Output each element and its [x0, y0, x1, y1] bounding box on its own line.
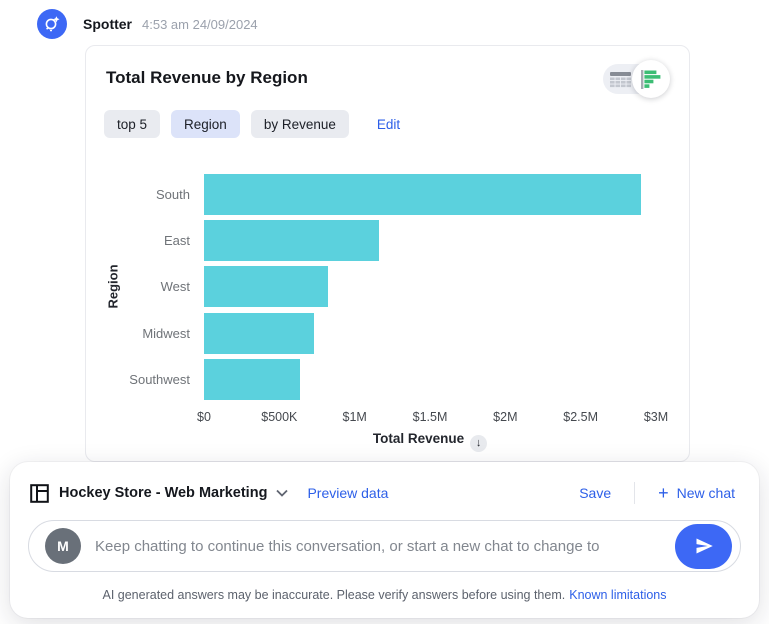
user-avatar: M — [45, 528, 81, 564]
edit-link[interactable]: Edit — [377, 117, 400, 132]
bar-track — [204, 174, 656, 215]
new-chat-label: New chat — [677, 485, 735, 501]
x-tick-label: $2M — [493, 410, 517, 424]
token-region[interactable]: Region — [171, 110, 240, 138]
disclaimer-text: AI generated answers may be inaccurate. … — [102, 588, 565, 602]
category-label: West — [86, 279, 204, 294]
new-chat-button[interactable]: + New chat — [658, 484, 735, 502]
category-label: Midwest — [86, 326, 204, 341]
toolbar-divider — [634, 482, 635, 504]
chart-row: Midwest — [86, 310, 689, 356]
x-tick-label: $2.5M — [563, 410, 598, 424]
spotter-avatar — [37, 9, 67, 39]
message-header: Spotter 4:53 am 24/09/2024 — [37, 9, 258, 39]
query-token-row: top 5 Region by Revenue Edit — [104, 110, 400, 138]
x-tick-label: $500K — [261, 410, 297, 424]
x-tick-label: $0 — [197, 410, 211, 424]
plus-icon: + — [658, 484, 669, 502]
view-toggle — [603, 64, 665, 94]
chart-rows: South East West Midwest Southwest — [86, 171, 689, 403]
bar[interactable] — [204, 313, 314, 354]
send-icon — [694, 536, 714, 556]
send-button[interactable] — [675, 524, 732, 569]
category-label: Southwest — [86, 372, 204, 387]
sender-name: Spotter — [83, 16, 132, 32]
category-label: East — [86, 233, 204, 248]
bar-track — [204, 359, 656, 400]
bar[interactable] — [204, 220, 379, 261]
sort-descending-icon[interactable]: ↓ — [470, 435, 487, 452]
chart-row: South — [86, 171, 689, 217]
table-view-button[interactable] — [609, 70, 633, 88]
x-axis-title: Total Revenue ↓ — [204, 431, 656, 452]
chat-input-container: M — [28, 520, 741, 572]
answer-title: Total Revenue by Region — [106, 68, 308, 88]
datasource-name[interactable]: Hockey Store - Web Marketing — [59, 485, 267, 501]
bar[interactable] — [204, 359, 300, 400]
chart-row: East — [86, 217, 689, 263]
message-timestamp: 4:53 am 24/09/2024 — [142, 17, 258, 32]
bar-track — [204, 266, 656, 307]
known-limitations-link[interactable]: Known limitations — [569, 588, 666, 602]
bar-chart-icon — [641, 70, 661, 89]
worksheet-icon — [30, 484, 49, 503]
spotter-bulb-icon — [43, 15, 61, 33]
chart-view-button[interactable] — [632, 60, 670, 98]
x-axis-title-label: Total Revenue — [373, 431, 464, 446]
answer-card: Total Revenue by Region — [85, 45, 690, 462]
chevron-down-icon[interactable] — [276, 489, 288, 497]
x-tick-label: $3M — [644, 410, 668, 424]
datasource-toolbar: Hockey Store - Web Marketing Preview dat… — [30, 476, 735, 510]
table-icon — [610, 71, 632, 88]
chat-input[interactable] — [95, 538, 675, 555]
bar[interactable] — [204, 266, 328, 307]
x-tick-label: $1M — [342, 410, 366, 424]
bar-track — [204, 313, 656, 354]
token-by-revenue[interactable]: by Revenue — [251, 110, 349, 138]
x-tick-label: $1.5M — [413, 410, 448, 424]
save-button[interactable]: Save — [579, 485, 611, 501]
x-axis-ticks: $0$500K$1M$1.5M$2M$2.5M$3M — [204, 410, 656, 426]
bar-track — [204, 220, 656, 261]
chart-row: Southwest — [86, 357, 689, 403]
category-label: South — [86, 187, 204, 202]
ai-disclaimer: AI generated answers may be inaccurate. … — [10, 588, 759, 602]
bar[interactable] — [204, 174, 641, 215]
chat-panel: Hockey Store - Web Marketing Preview dat… — [10, 462, 759, 618]
token-top5[interactable]: top 5 — [104, 110, 160, 138]
preview-data-link[interactable]: Preview data — [307, 485, 388, 501]
chart-row: West — [86, 264, 689, 310]
